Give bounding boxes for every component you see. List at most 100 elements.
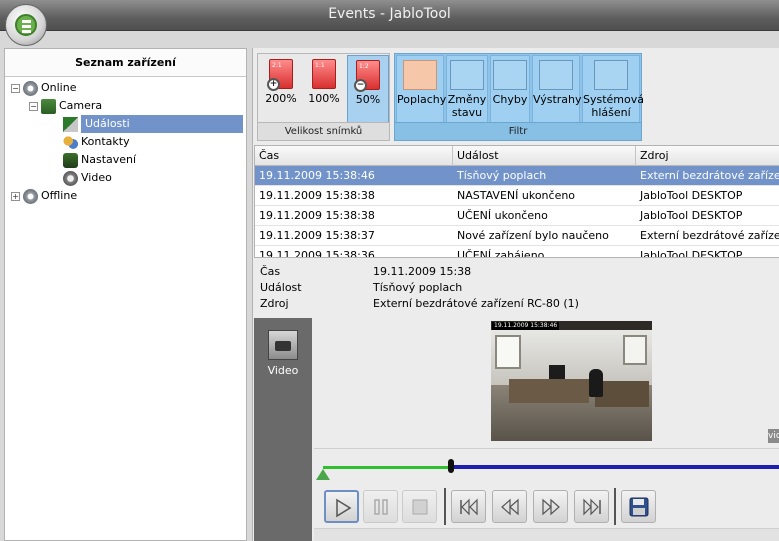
video-frame[interactable]: 19.11.2009 15:38:46 [491,321,652,441]
table-row[interactable]: 19.11.2009 15:38:38 NASTAVENÍ ukončeno J… [255,186,779,206]
video-camera-icon[interactable] [268,330,298,360]
status-strip [314,528,779,541]
detail-source: Zdroj Externí bezdrátové zařízení RC-80 … [260,296,579,312]
detail-source-label: Zdroj [260,297,289,310]
rewind-button[interactable] [492,490,527,523]
actual-size-icon: 1:1 [312,59,336,89]
column-header-event[interactable]: Událost [453,146,636,166]
cell-time: 19.11.2009 15:38:37 [259,229,375,242]
cell-source: JabloTool DESKTOP [640,189,743,202]
tree-item-label: Online [41,81,77,94]
rewind-icon [501,498,519,516]
skip-to-start-icon [460,498,478,516]
play-button[interactable] [324,490,359,523]
filter-errors-button[interactable]: Chyby [490,55,530,123]
app-logo-icon[interactable] [5,4,47,46]
filter-system-messages-label: Systémová hlášení [583,93,644,119]
table-row[interactable]: 19.11.2009 15:38:46 Tísňový poplach Exte… [255,166,779,186]
skip-to-end-icon [583,498,601,516]
video-timeline[interactable] [314,448,779,486]
last-frame-button[interactable] [574,490,609,523]
errors-swatch-icon [493,60,527,90]
tree-item-offline[interactable]: + Offline [11,187,77,205]
first-frame-button[interactable] [451,490,486,523]
separator [444,488,446,525]
pause-icon [374,499,388,515]
system-messages-swatch-icon [594,60,628,90]
save-button[interactable] [621,490,656,523]
tree-item-camera[interactable]: − Camera [29,97,102,115]
cell-event: NASTAVENÍ ukončeno [457,189,576,202]
flag-icon [63,116,78,132]
device-list-panel: Seznam zařízení − Online − Camera Události… [4,48,247,541]
tree-item-online[interactable]: − Online [11,79,76,97]
zoom-200-button[interactable]: 2:1 + 200% [261,55,301,123]
cell-source: Externí bezdrátové zařízení RC-80 (1) [640,229,779,242]
pause-button[interactable] [363,490,398,523]
tree-item-settings[interactable]: Nastavení [63,151,136,169]
zoom-100-label: 100% [308,92,340,105]
column-header-source[interactable]: Zdroj [636,146,779,166]
ribbon-toolbar: 2:1 + 200% 1:1 100% 1:2− 50% Velikost sní… [257,53,779,141]
device-tree: − Online − Camera Události Kontakty Nastav… [5,77,246,204]
settings-icon [63,152,78,168]
tree-item-label: Video [81,171,112,184]
timeline-played [323,466,451,469]
image-size-caption: Velikost snímků [258,122,389,140]
cell-event: Tísňový poplach [457,169,547,182]
events-table[interactable]: Čas Událost Zdroj 19.11.2009 15:38:46 Tí… [254,145,779,258]
filter-system-messages-button[interactable]: Systémová hlášení [582,55,644,123]
camera-icon [41,98,56,114]
column-header-time[interactable]: Čas [255,146,453,166]
zoom-200-label: 200% [265,92,297,105]
cell-source: JabloTool DESKTOP [640,209,743,222]
timeline-start-marker-icon[interactable] [316,469,330,480]
playback-controls [314,486,779,528]
events-panel: 2:1 + 200% 1:1 100% 1:2− 50% Velikost sní… [252,48,779,541]
separator [614,488,616,525]
filter-warnings-button[interactable]: Výstrahy [532,55,582,123]
table-row[interactable]: 19.11.2009 15:38:38 UČENÍ ukončeno Jablo… [255,206,779,226]
timeline-playhead[interactable] [447,459,454,473]
tree-item-label: Nastavení [81,153,137,166]
tree-item-video[interactable]: Video [63,169,112,187]
cell-event: UČENÍ ukončeno [457,209,548,222]
alarms-swatch-icon [403,60,437,90]
tree-item-contacts[interactable]: Kontakty [63,133,130,151]
detail-event-value: Tísňový poplach [373,281,463,294]
video-timestamp: 19.11.2009 15:38:46 [492,322,560,330]
stop-icon [412,499,428,515]
stop-button[interactable] [402,490,437,523]
filter-state-changes-label: Změny stavu [447,93,487,119]
fast-forward-button[interactable] [533,490,568,523]
table-row[interactable]: 19.11.2009 15:38:36 UČENÍ zahájeno Jablo… [255,246,779,258]
detail-time: Čas 19.11.2009 15:38 [260,264,471,280]
filter-warnings-label: Výstrahy [533,93,582,106]
detail-time-label: Čas [260,265,281,278]
filter-alarms-button[interactable]: Poplachy [396,55,446,123]
collapse-icon[interactable]: − [11,83,20,93]
filter-caption: Filtr [395,122,641,140]
table-header: Čas Událost Zdroj [255,146,779,166]
title-bar: Events - JabloTool [0,0,779,31]
video-sidebar: Video [254,318,312,541]
table-row[interactable]: 19.11.2009 15:38:37 Nové zařízení bylo n… [255,226,779,246]
device-list-header: Seznam zařízení [5,49,246,77]
gear-icon [23,80,38,96]
cell-time: 19.11.2009 15:38:36 [259,249,375,258]
window-title: Events - JabloTool [328,6,451,22]
filter-state-changes-button[interactable]: Změny stavu [446,55,488,123]
zoom-50-button[interactable]: 1:2− 50% [347,55,389,123]
event-details: Čas 19.11.2009 15:38 Událost Tísňový pop… [253,262,779,316]
detail-event: Událost Tísňový poplach [260,280,462,296]
zoom-100-button[interactable]: 1:1 100% [304,55,344,123]
cell-time: 19.11.2009 15:38:38 [259,209,375,222]
filter-group: Poplachy Změny stavu Chyby Výstrahy Syst… [394,53,644,141]
cell-source: JabloTool DESKTOP [640,249,743,258]
filter-errors-label: Chyby [492,93,528,106]
collapse-icon[interactable]: − [29,101,38,111]
tree-item-events[interactable]: Události [63,115,243,133]
timeline-remaining [450,465,779,469]
expand-icon[interactable]: + [11,191,20,201]
tree-item-label: Kontakty [81,135,130,148]
